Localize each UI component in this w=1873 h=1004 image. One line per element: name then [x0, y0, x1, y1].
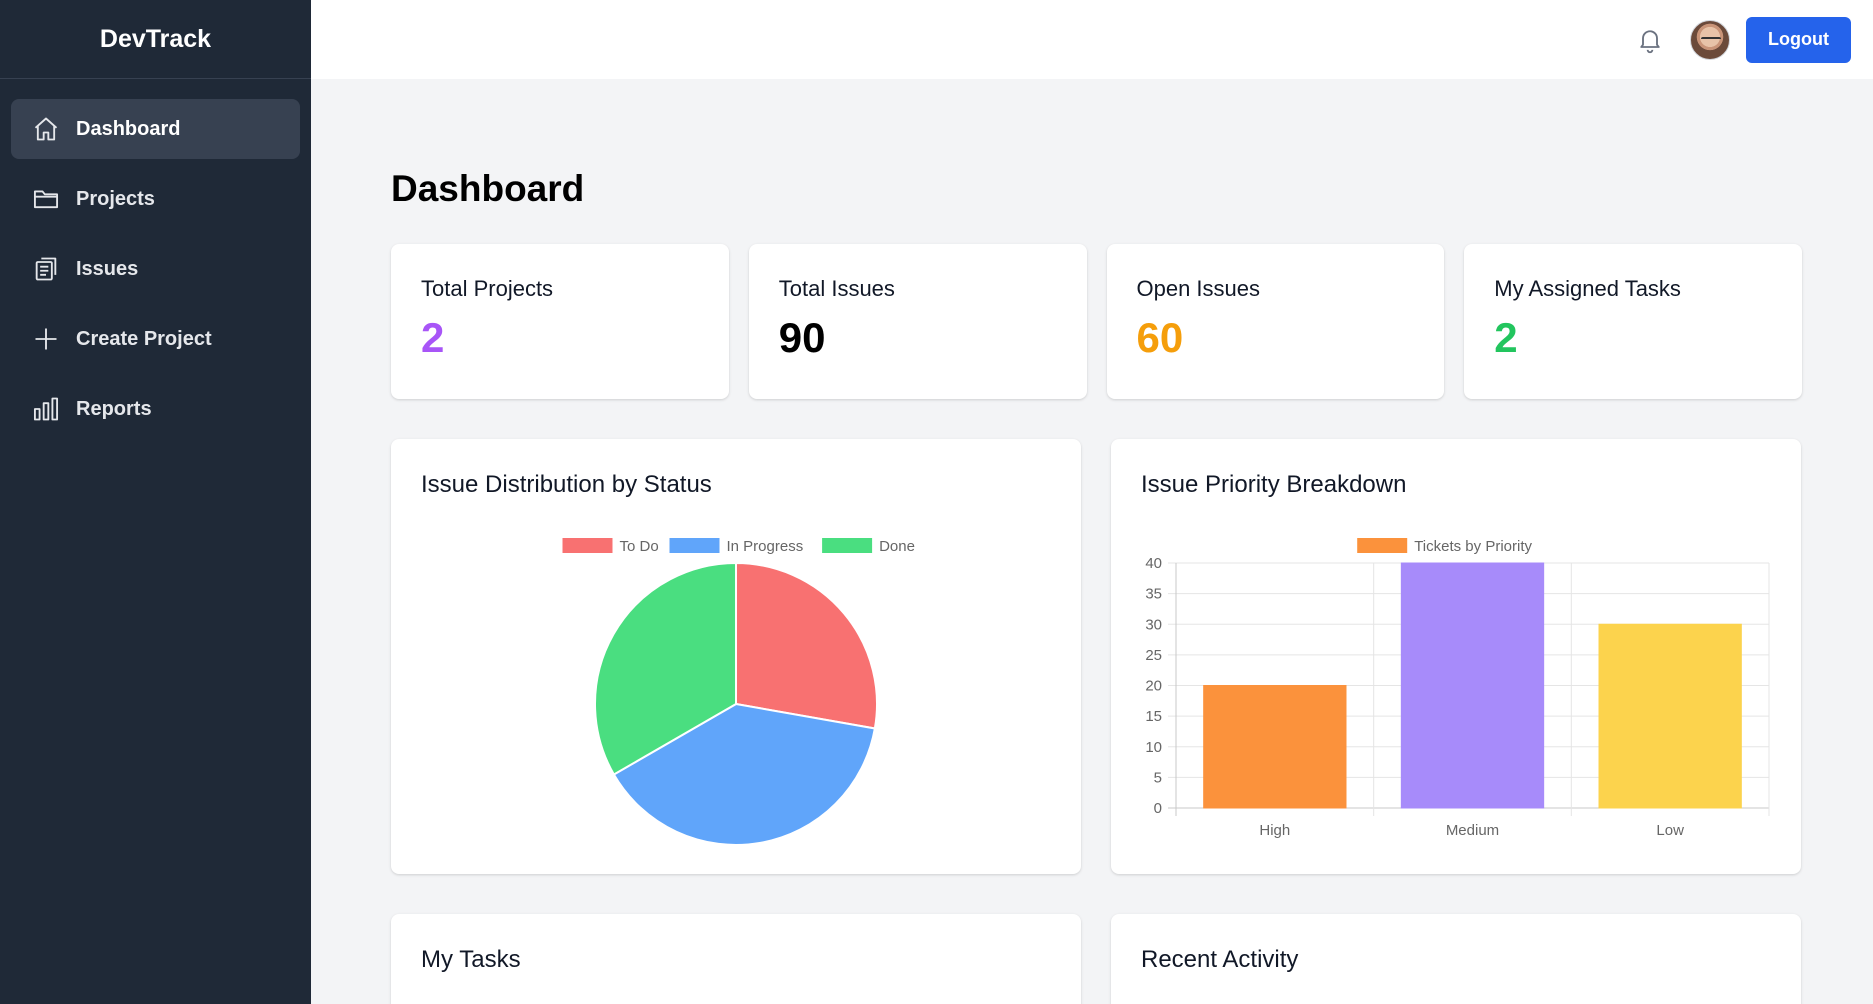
priority-chart-card: Tickets by Priority 0 5 10 15 20 25 30 35 40 High M… [1111, 439, 1801, 874]
clipboard-icon [32, 255, 60, 283]
sidebar-item-label: Dashboard [76, 117, 181, 140]
home-icon [32, 115, 60, 143]
status-chart-title: Issue Distribution by Status [421, 471, 712, 498]
stat-label: Total Issues [778, 276, 895, 301]
folder-icon [32, 185, 60, 213]
sidebar: DevTrack Dashboard Projects Issues Creat… [0, 0, 311, 1004]
legend-label: In Progress [727, 538, 804, 555]
x-tick-label: High [1259, 822, 1290, 839]
brand-logo[interactable]: DevTrack [0, 0, 311, 79]
recent-activity-card: Recent Activity [1111, 914, 1801, 1004]
stat-card-total-issues: Total Issues 90 [748, 244, 1087, 399]
y-tick-label: 35 [1145, 586, 1162, 603]
x-tick-label: Medium [1446, 822, 1499, 839]
logout-button[interactable]: Logout [1746, 16, 1851, 63]
bar [1598, 623, 1742, 809]
legend-label: To Do [620, 538, 659, 555]
legend-swatch [822, 538, 873, 553]
sidebar-item-issues[interactable]: Issues [11, 239, 300, 299]
bar [1400, 562, 1545, 809]
bottom-row: My Tasks Recent Activity [391, 914, 1802, 1004]
plus-icon [32, 325, 60, 353]
bell-icon[interactable] [1636, 26, 1664, 54]
legend-swatch [669, 538, 720, 553]
y-tick-label: 20 [1145, 678, 1162, 695]
sidebar-item-label: Reports [76, 397, 152, 420]
sidebar-item-projects[interactable]: Projects [11, 169, 300, 229]
sidebar-item-label: Create Project [76, 327, 212, 350]
recent-activity-title: Recent Activity [1141, 946, 1299, 973]
legend-label: Tickets by Priority [1414, 538, 1532, 555]
my-tasks-card: My Tasks [391, 914, 1081, 1004]
sidebar-item-reports[interactable]: Reports [11, 379, 300, 439]
bar-chart-icon [32, 395, 60, 423]
my-tasks-title: My Tasks [421, 946, 521, 973]
sidebar-item-label: Projects [76, 187, 155, 210]
avatar[interactable] [1690, 19, 1731, 60]
stat-value: 60 [1136, 314, 1184, 361]
y-tick-label: 40 [1145, 555, 1162, 572]
stat-value: 2 [421, 314, 445, 361]
stat-value: 90 [778, 314, 826, 361]
status-pie-chart: To Do In Progress Done [562, 538, 915, 846]
stats-row: Total Projects 2 Total Issues 90 Open Is… [391, 244, 1802, 399]
y-tick-label: 0 [1154, 800, 1162, 817]
sidebar-item-dashboard[interactable]: Dashboard [11, 99, 300, 159]
bar [1203, 685, 1347, 809]
stat-card-my-assigned-tasks: My Assigned Tasks 2 [1464, 244, 1802, 399]
main-content: Dashboard Total Projects 2 Total Issues … [391, 79, 1802, 1004]
x-tick-label: Low [1656, 822, 1684, 839]
legend-label: Done [879, 538, 915, 555]
priority-bar-chart: Tickets by Priority 0 5 10 15 20 25 30 35 40 High M… [1145, 538, 1770, 839]
stat-label: My Assigned Tasks [1494, 276, 1681, 301]
stat-card-total-projects: Total Projects 2 [391, 244, 729, 399]
legend-swatch [562, 538, 613, 553]
page-title: Dashboard [391, 168, 585, 209]
status-chart-card: To Do In Progress Done Issue Distribution … [391, 439, 1081, 874]
legend-swatch [1357, 538, 1408, 553]
stat-value: 2 [1494, 314, 1518, 361]
priority-chart-title: Issue Priority Breakdown [1141, 471, 1407, 498]
y-tick-label: 10 [1145, 739, 1162, 756]
y-tick-label: 5 [1154, 769, 1162, 786]
y-tick-label: 25 [1145, 647, 1162, 664]
top-bar: Logout [311, 0, 1873, 79]
stat-label: Open Issues [1136, 276, 1261, 301]
sidebar-item-label: Issues [76, 257, 139, 280]
sidebar-item-create-project[interactable]: Create Project [11, 309, 300, 369]
sidebar-nav: Dashboard Projects Issues Create Project… [0, 79, 311, 469]
pie-slice [735, 561, 878, 730]
stat-label: Total Projects [421, 276, 554, 301]
y-tick-label: 15 [1145, 708, 1162, 725]
charts-row: To Do In Progress Done Issue Distribution … [391, 439, 1802, 874]
y-tick-label: 30 [1145, 616, 1162, 633]
stat-card-open-issues: Open Issues 60 [1106, 244, 1445, 399]
